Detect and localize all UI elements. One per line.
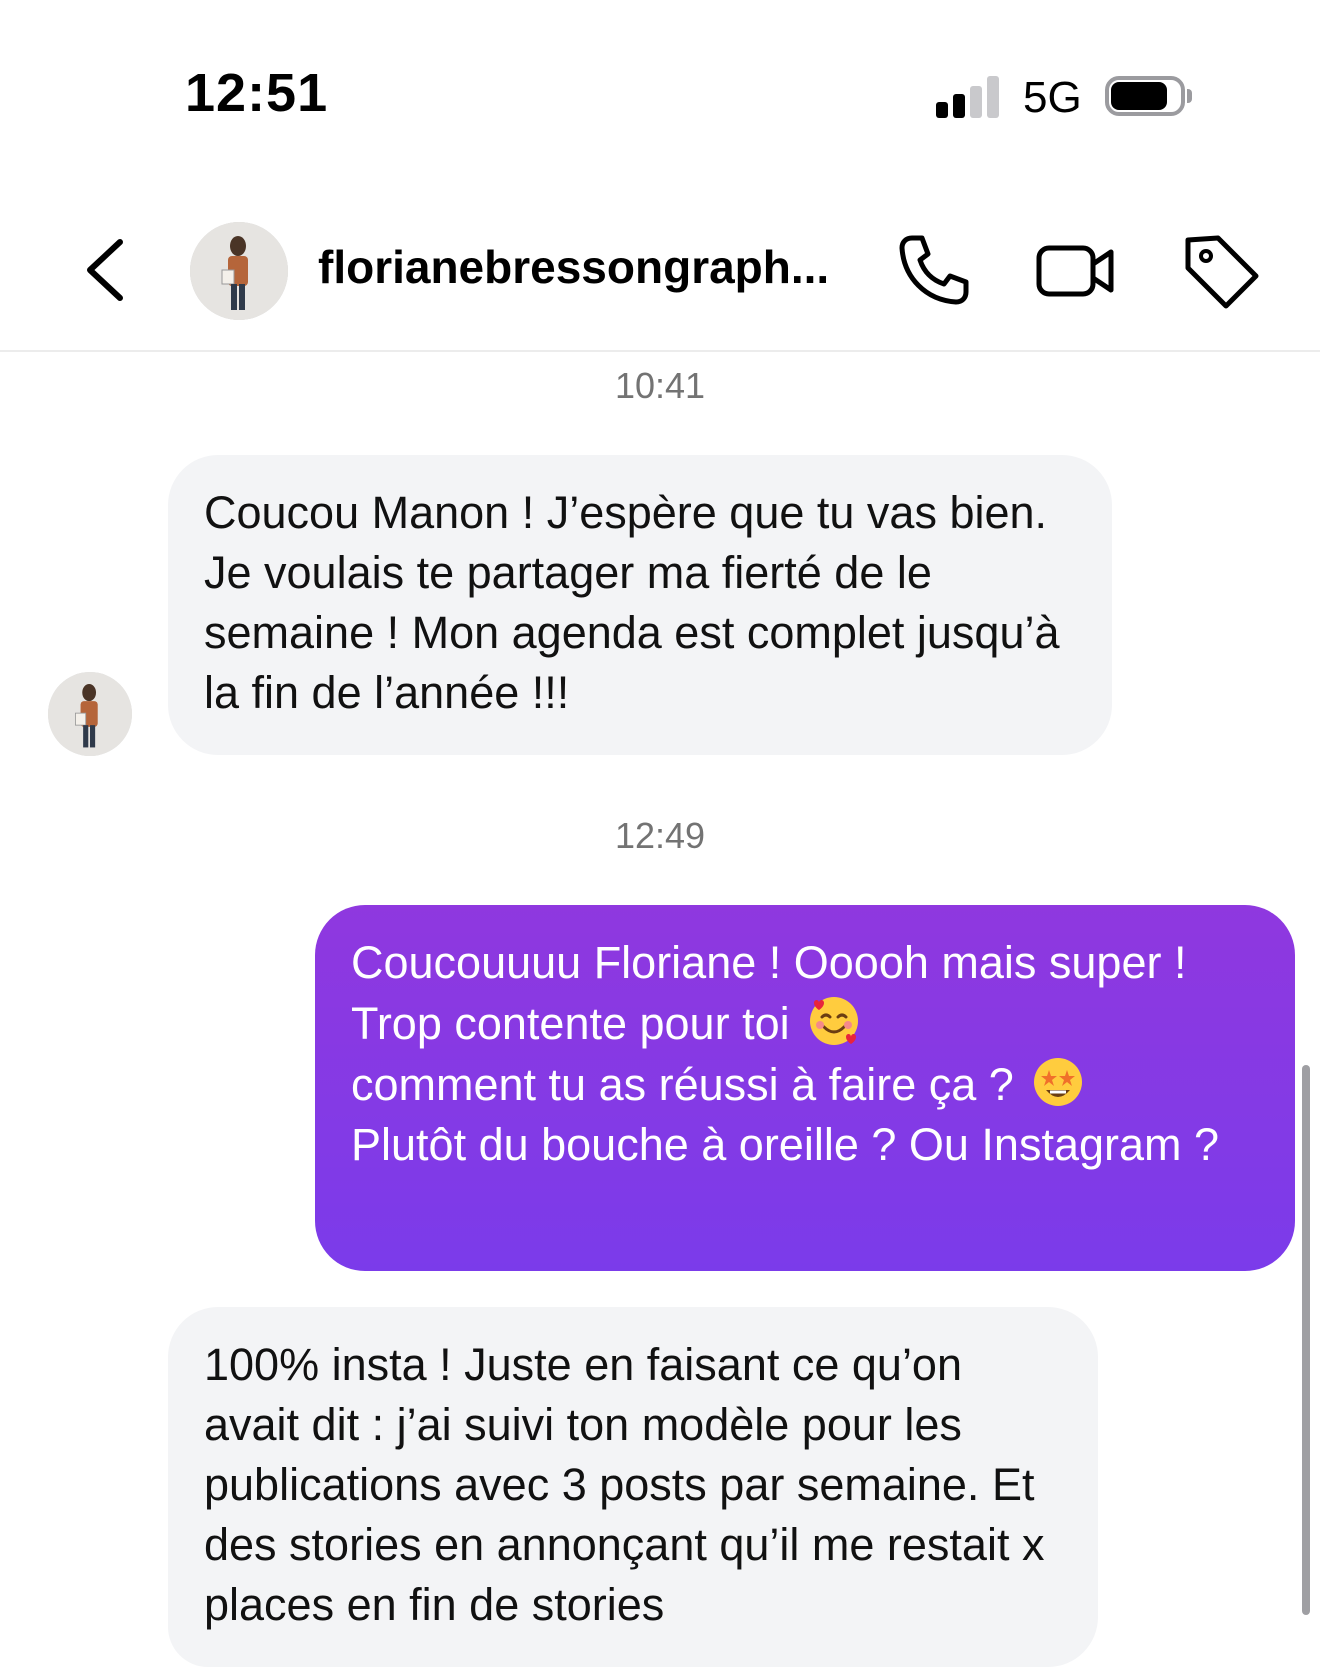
message-text: 100% insta ! Juste en faisant ce qu’on a… xyxy=(204,1339,1045,1630)
phone-icon xyxy=(899,235,969,305)
smiling-face-with-hearts-icon xyxy=(810,997,859,1045)
status-time: 12:51 xyxy=(185,63,329,123)
message-text: Coucou Manon ! J’espère que tu vas bien.… xyxy=(204,487,1060,718)
video-call-button[interactable] xyxy=(1033,228,1119,314)
back-button[interactable] xyxy=(80,230,136,310)
sender-avatar[interactable] xyxy=(48,672,132,756)
received-message[interactable]: Coucou Manon ! J’espère que tu vas bien.… xyxy=(168,455,1112,755)
network-type-label: 5G xyxy=(1023,73,1082,122)
battery-icon xyxy=(1105,76,1193,118)
message-text-part: Coucouuuu Floriane ! Ooooh mais super ! … xyxy=(351,937,1187,1049)
tag-button[interactable] xyxy=(1178,228,1264,314)
message-timestamp: 12:49 xyxy=(614,815,706,856)
scrollbar[interactable] xyxy=(1302,1065,1310,1615)
contact-username[interactable]: florianebressongraph... xyxy=(318,240,878,294)
video-camera-icon xyxy=(1036,245,1114,297)
voice-call-button[interactable] xyxy=(890,228,976,314)
tag-icon xyxy=(1185,235,1259,309)
message-timestamp: 10:41 xyxy=(614,365,706,406)
message-text-part: comment tu as réussi à faire ça ? xyxy=(351,1059,1014,1110)
status-bar: 12:51 5G xyxy=(0,0,1320,190)
star-struck-icon xyxy=(1034,1058,1083,1106)
received-message[interactable]: 100% insta ! Juste en faisant ce qu’on a… xyxy=(168,1307,1098,1667)
sent-message[interactable]: Coucouuuu Floriane ! Ooooh mais super ! … xyxy=(315,905,1295,1271)
message-text-part: Plutôt du bouche à oreille ? Ou Instagra… xyxy=(351,1119,1220,1170)
chevron-left-icon xyxy=(87,239,123,301)
contact-avatar[interactable] xyxy=(190,222,288,320)
chat-header: florianebressongraph... xyxy=(0,190,1320,352)
cellular-signal-icon xyxy=(936,76,1004,118)
